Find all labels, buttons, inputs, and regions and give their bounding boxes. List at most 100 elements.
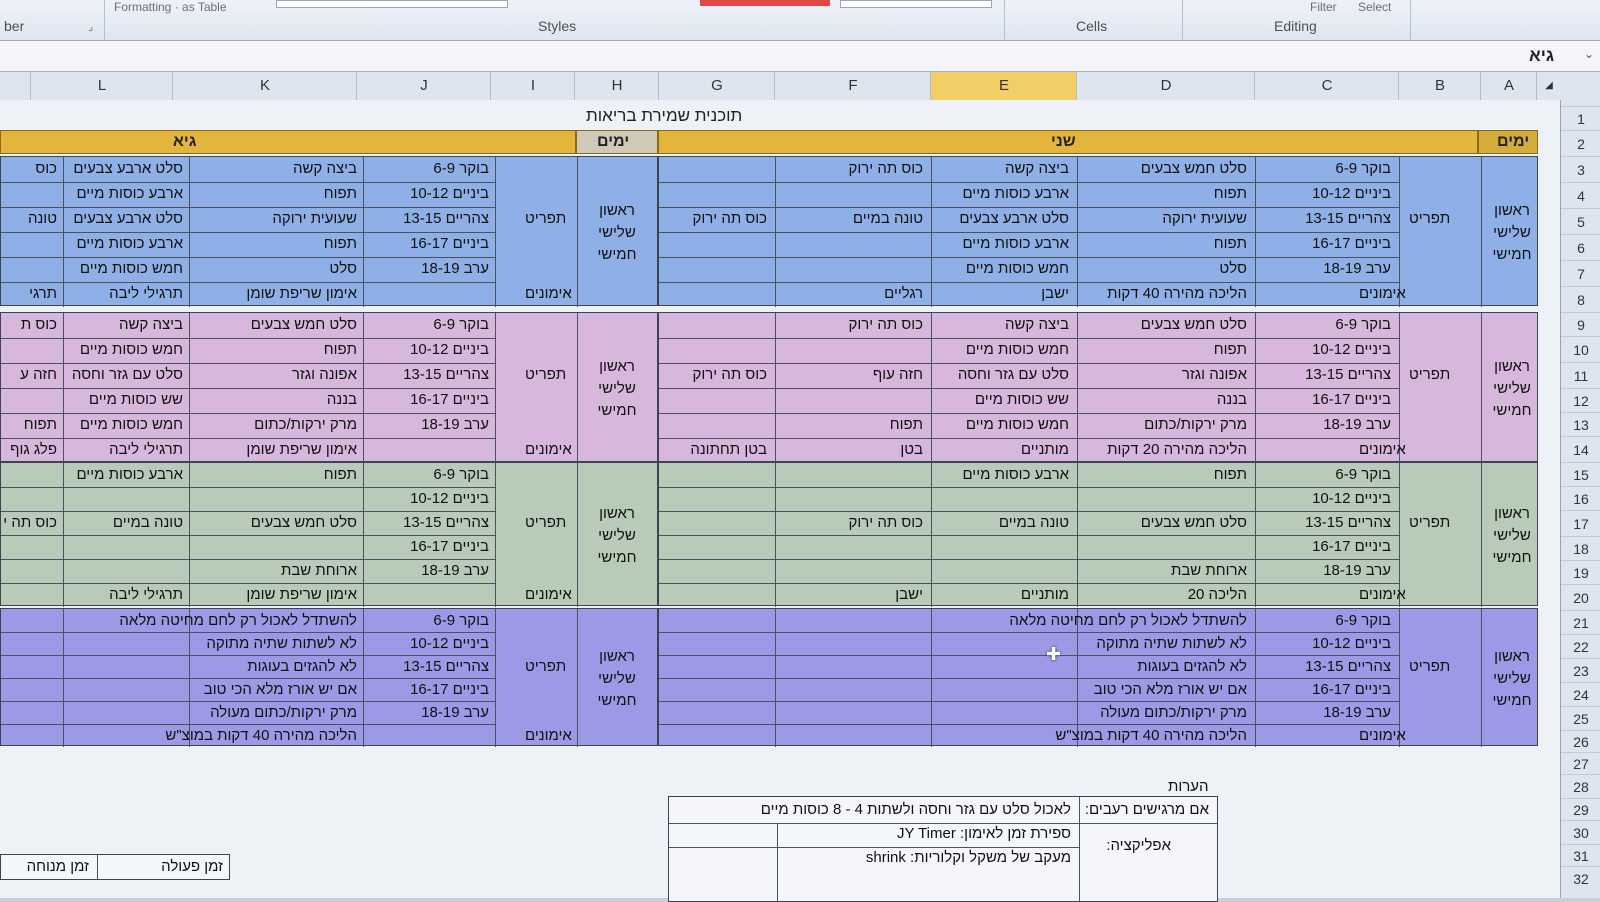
meal-cell-l[interactable]: שש כוסות מיים [89,391,183,408]
meal-cell-k[interactable]: בננה [327,391,357,408]
meal-cell-d[interactable]: סלט חמש צבעים [1141,160,1247,177]
row-header[interactable]: 26 [1561,730,1600,753]
row-header[interactable]: 30 [1561,820,1600,845]
meal-cell-d[interactable]: סלט [1219,260,1247,277]
select-all-corner[interactable]: ◢ [1536,72,1561,100]
column-header-f[interactable]: F [774,72,931,100]
select-button[interactable]: Select [1358,0,1391,14]
meal-cell-e[interactable]: ארבע כוסות מיים [962,235,1069,252]
row-header[interactable]: 10 [1561,336,1600,363]
left-block-3[interactable]: ראשון שלישי חמישי תפריט אימונים בוקר 6-9 ביניי… [0,462,658,607]
training-k[interactable]: אימון שריפת שומן [246,285,357,302]
meal-cell-e[interactable]: חמש כוסות מיים [966,341,1069,358]
meal-cell-k[interactable]: שעועית ירוקה [272,210,357,227]
meal-cell-e[interactable]: טונה במיים [999,514,1069,531]
row-header[interactable]: 9 [1561,312,1600,337]
meal-cell-e[interactable]: ביצה קשה [1005,160,1069,177]
column-header-l[interactable]: L [30,72,173,100]
row-header[interactable]: 29 [1561,798,1600,821]
row-header[interactable]: 3 [1561,156,1600,183]
training-e[interactable]: מותניים [1021,441,1069,458]
right-block-1[interactable]: ראשון שלישי חמישי תפריט אימונים בוקר 6-9 ביניי… [658,156,1538,307]
meal-cell-l[interactable]: חמש כוסות מיים [80,416,183,433]
meal-cell-e[interactable]: שש כוסות מיים [975,391,1069,408]
row-header[interactable]: 11 [1561,362,1600,389]
training-f[interactable]: רגליים [884,285,923,302]
row-header[interactable]: 14 [1561,436,1600,463]
row-header[interactable]: 28 [1561,774,1600,799]
training-edge[interactable]: תרגי [29,285,57,302]
row-header[interactable]: 8 [1561,286,1600,313]
left-block-1[interactable]: ראשון שלישי חמישי תפריט אימונים בוקר 6-9 ביניי… [0,156,658,307]
meal-cell-k[interactable]: סלט [329,260,357,277]
row-header[interactable]: 12 [1561,388,1600,413]
meal-cell-l[interactable]: ארבע כוסות מיים [76,185,183,202]
meal-cell-edge[interactable]: תפוח [24,416,57,433]
training-l[interactable]: תרגילי ליבה [109,441,183,458]
column-header-h[interactable]: H [574,72,659,100]
training-d[interactable]: הליכה מהירה 40 דקות [1107,285,1247,302]
column-header-g[interactable]: G [658,72,775,100]
row-header[interactable]: 15 [1561,462,1600,487]
meal-cell-k[interactable]: סלט חמש צבעים [251,316,357,333]
meal-cell-f[interactable]: כוס תה ירוק [849,514,923,531]
meal-cell-l[interactable]: חמש כוסות מיים [80,341,183,358]
training-d[interactable]: הליכה 20 [1188,586,1247,603]
row-header[interactable]: 2 [1561,130,1600,157]
meal-cell-k[interactable]: תפוח [324,466,357,483]
meal-cell-e[interactable]: חמש כוסות מיים [966,260,1069,277]
meal-cell-l[interactable]: חמש כוסות מיים [80,260,183,277]
training-k[interactable]: אימון שריפת שומן [246,441,357,458]
meal-cell-e[interactable]: סלט ארבע צבעים [959,210,1069,227]
meal-cell-e[interactable]: ארבע כוסות מיים [962,185,1069,202]
meal-cell-d[interactable]: בננה [1217,391,1247,408]
training-l[interactable]: תרגילי ליבה [109,285,183,302]
meal-cell-l[interactable]: ארבע כוסות מיים [76,235,183,252]
meal-cell-f[interactable]: חזה עוף [873,366,923,383]
right-block-3[interactable]: ראשון שלישי חמישי תפריט אימונים בוקר 6-9 ביניי… [658,462,1538,607]
meal-cell-e[interactable]: חמש כוסות מיים [966,416,1069,433]
meal-cell-k[interactable]: ביצה קשה [293,160,357,177]
column-header-b[interactable]: B [1398,72,1481,100]
training-k[interactable]: אימון שריפת שומן [246,586,357,603]
meal-cell-f[interactable]: כוס תה ירוק [849,160,923,177]
meal-cell-e[interactable]: סלט עם גזר וחסה [958,366,1069,383]
meal-cell-k[interactable]: אפונה וגזר [292,366,357,383]
chevron-down-icon[interactable]: ⌄ [1584,47,1594,61]
meal-cell-d[interactable]: תפוח [1214,185,1247,202]
row-header[interactable]: 21 [1561,610,1600,635]
meal-cell-edge[interactable]: טונה [28,210,57,227]
filter-button[interactable]: Filter [1310,0,1337,14]
column-header-d[interactable]: D [1076,72,1255,100]
format-as-table-label[interactable]: Formatting · as Table [114,0,227,14]
worksheet[interactable]: תוכנית שמירת בריאות שני ימים גיא ימים רא… [0,100,1560,902]
meal-cell-f[interactable]: טונה במיים [853,210,923,227]
training-e[interactable]: מותניים [1021,586,1069,603]
style-swatch[interactable] [276,0,508,8]
row-header[interactable]: 32 [1561,866,1600,891]
training-d[interactable]: הליכה מהירה 20 דקות [1107,441,1247,458]
row-header[interactable]: 6 [1561,234,1600,261]
row-header[interactable]: 18 [1561,536,1600,561]
row-header[interactable]: 5 [1561,208,1600,235]
column-header-k[interactable]: K [172,72,357,100]
meal-cell-l[interactable]: ביצה קשה [119,316,183,333]
meal-cell-edge[interactable]: כוס תה י [3,514,57,531]
meal-cell-k[interactable]: סלט חמש צבעים [251,514,357,531]
column-header-j[interactable]: J [356,72,491,100]
meal-cell-e[interactable]: ביצה קשה [1005,316,1069,333]
meal-cell-d[interactable]: מרק ירקות/כתום [1144,416,1247,433]
row-header[interactable]: 19 [1561,560,1600,585]
row-header[interactable]: 17 [1561,510,1600,537]
meal-cell-d[interactable]: סלט חמש צבעים [1141,514,1247,531]
meal-cell-e[interactable]: ארבע כוסות מיים [962,466,1069,483]
meal-cell-l[interactable]: טונה במיים [113,514,183,531]
column-header-i[interactable]: I [490,72,575,100]
meal-cell-d[interactable]: תפוח [1214,466,1247,483]
column-header-e[interactable]: E [930,72,1077,100]
row-header[interactable]: 20 [1561,584,1600,611]
meal-cell-d[interactable]: תפוח [1214,235,1247,252]
meal-cell-k[interactable]: תפוח [324,341,357,358]
meal-cell-g[interactable]: כוס תה ירוק [693,366,767,383]
column-header-c[interactable]: C [1254,72,1399,100]
